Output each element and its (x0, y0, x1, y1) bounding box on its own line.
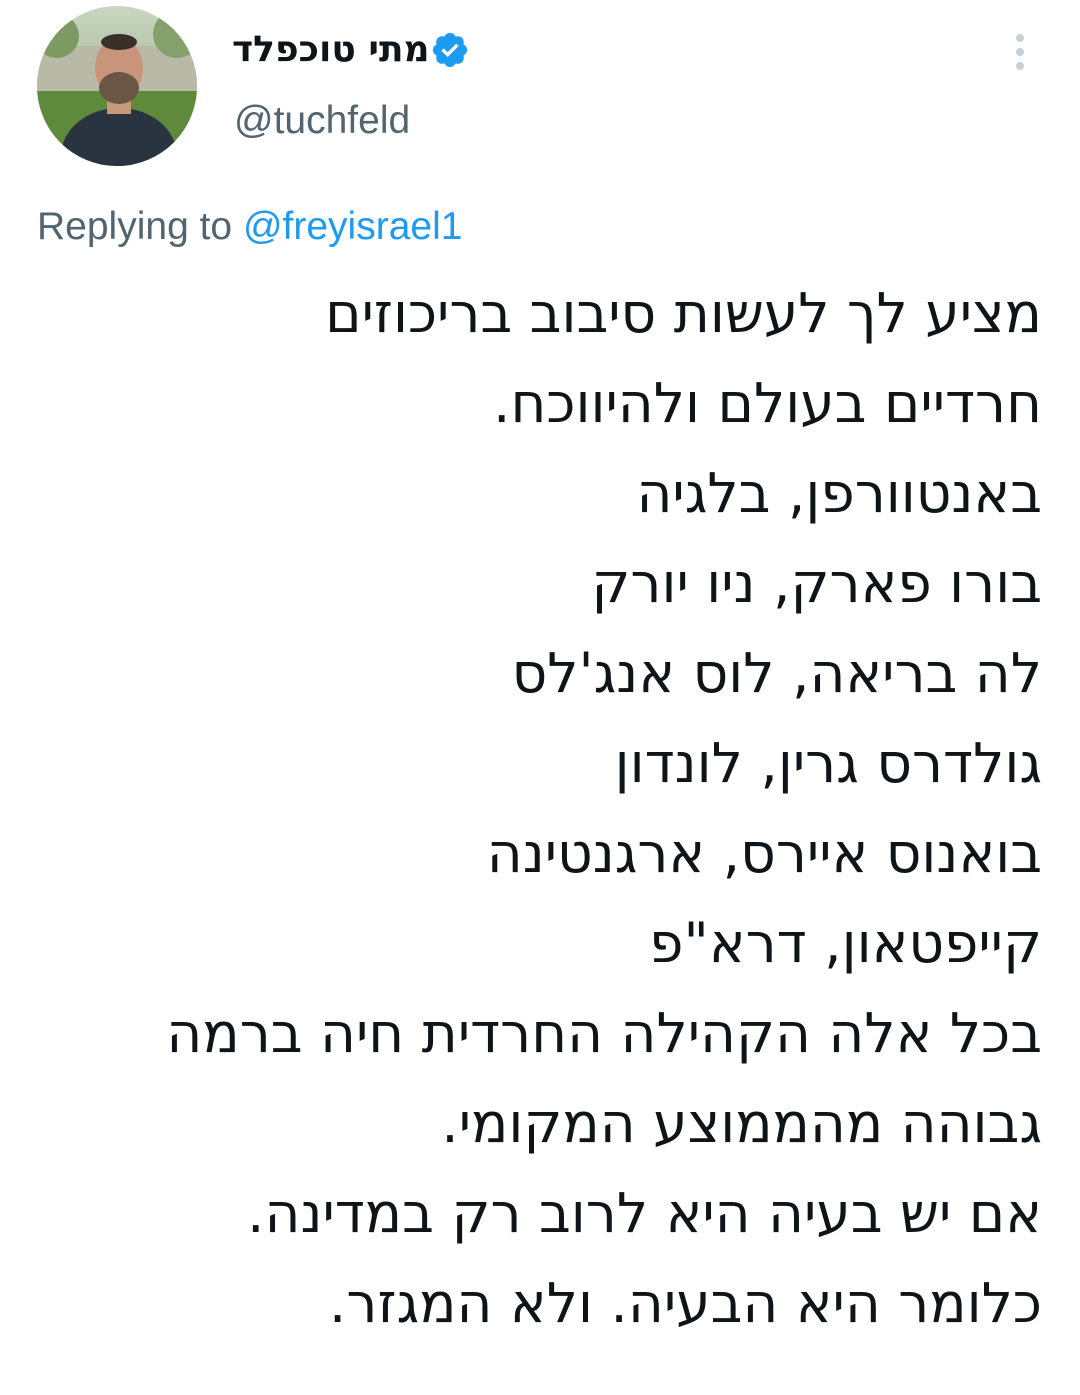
tweet-header: מתי טוכפלד @tuchfeld (0, 0, 1080, 190)
more-vertical-icon[interactable] (1002, 28, 1038, 76)
tweet-line: גבוהה מהממוצע המקומי. (441, 1091, 1042, 1155)
tweet-text: מציע לך לעשות סיבוב בריכוזים חרדיים בעול… (32, 268, 1042, 1348)
replying-to-label: Replying to (37, 205, 243, 248)
verified-badge-icon (430, 30, 470, 70)
tweet-line: באנטוורפן, בלגיה (636, 461, 1042, 525)
tweet-line: לה בריאה, לוס אנג'לס (511, 641, 1042, 705)
author-handle[interactable]: @tuchfeld (234, 98, 410, 144)
name-row: מתי טוכפלד (232, 26, 482, 74)
author-display-name[interactable]: מתי טוכפלד (232, 26, 430, 74)
tweet-line: בורו פארק, ניו יורק (591, 551, 1042, 615)
reply-mention-link[interactable]: @freyisrael1 (243, 205, 463, 248)
tweet-line: גולדרס גרין, לונדון (614, 731, 1042, 795)
tweet-line: חרדיים בעולם ולהיווכח. (493, 371, 1042, 435)
tweet-line: כלומר היא הבעיה. ולא המגזר. (328, 1271, 1042, 1335)
tweet-line: אם יש בעיה היא לרוב רק במדינה. (247, 1181, 1042, 1245)
avatar[interactable] (37, 6, 197, 166)
replying-to-line: Replying to @freyisrael1 (37, 204, 462, 250)
tweet-line: בכל אלה הקהילה החרדית חיה ברמה (166, 1001, 1042, 1065)
tweet-line: מציע לך לעשות סיבוב בריכוזים (325, 281, 1042, 345)
avatar-photo (37, 6, 197, 166)
tweet-line: קייפטאון, דרא"פ (649, 911, 1042, 975)
tweet-line: בואנוס איירס, ארגנטינה (486, 821, 1042, 885)
